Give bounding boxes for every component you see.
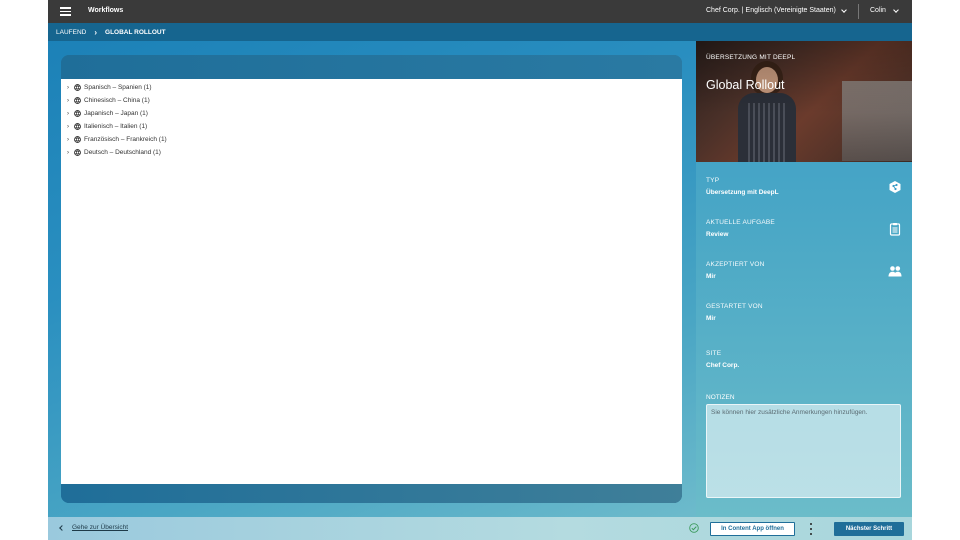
top-bar: Workflows Chef Corp. | Englisch (Vereini… <box>48 0 912 23</box>
language-icon <box>74 149 81 156</box>
hamburger-icon[interactable] <box>60 7 71 16</box>
tree-item-label: Chinesisch – China (1) <box>84 97 150 104</box>
chevron-left-icon <box>59 524 65 531</box>
chevron-right-icon[interactable]: › <box>67 98 73 104</box>
tree-panel-footer <box>61 484 682 503</box>
bottom-action-bar: Gehe zur Übersicht In Content App öffnen… <box>48 517 912 540</box>
tree-item[interactable]: › Französisch – Frankreich (1) <box>61 133 682 146</box>
language-icon <box>74 123 81 130</box>
tree-item[interactable]: › Spanisch – Spanien (1) <box>61 81 682 94</box>
type-value: Übersetzung mit DeepL <box>706 189 779 196</box>
clipboard-icon <box>889 223 901 236</box>
site-label: SITE <box>706 350 722 357</box>
topbar-divider <box>858 4 859 19</box>
chevron-down-icon <box>893 6 899 13</box>
current-task-field: AKTUELLE AUFGABE Review <box>706 219 902 238</box>
back-to-overview-label: Gehe zur Übersicht <box>72 524 128 531</box>
type-field: TYP Übersetzung mit DeepL <box>706 177 902 196</box>
language-icon <box>74 136 81 143</box>
hero-title: Global Rollout <box>706 78 785 92</box>
language-tree-panel: › Spanisch – Spanien (1) › Chinesisch – Chi… <box>61 55 682 503</box>
back-to-overview-link[interactable]: Gehe zur Übersicht <box>59 524 128 531</box>
language-tree: › Spanisch – Spanien (1) › Chinesisch – Chi… <box>61 79 682 484</box>
user-name: Colin <box>870 7 886 14</box>
tree-item-label: Deutsch – Deutschland (1) <box>84 149 161 156</box>
app-window: Workflows Chef Corp. | Englisch (Vereini… <box>48 0 912 540</box>
tree-item-label: Italienisch – Italien (1) <box>84 123 148 130</box>
chevron-right-icon[interactable]: › <box>67 150 73 156</box>
site-locale-label: Chef Corp. | Englisch (Vereinigte Staate… <box>706 7 836 14</box>
language-icon <box>74 84 81 91</box>
language-icon <box>74 110 81 117</box>
notes-field[interactable] <box>706 404 901 498</box>
site-value: Chef Corp. <box>706 362 740 369</box>
notes-label: NOTIZEN <box>706 394 735 401</box>
hero-subtitle: ÜBERSETZUNG MIT DEEPL <box>706 54 796 61</box>
current-task-label: AKTUELLE AUFGABE <box>706 219 775 226</box>
started-by-value: Mir <box>706 315 716 322</box>
user-menu[interactable]: Colin <box>870 6 899 14</box>
type-label: TYP <box>706 177 720 184</box>
breadcrumb-current: GLOBAL ROLLOUT <box>105 28 166 36</box>
breadcrumb-parent[interactable]: LAUFEND <box>56 29 86 36</box>
more-options-icon[interactable] <box>808 522 814 536</box>
chevron-right-icon: › <box>94 27 98 37</box>
chevron-right-icon[interactable]: › <box>67 137 73 143</box>
next-step-button[interactable]: Nächster Schritt <box>834 522 904 536</box>
tree-item-label: Französisch – Frankreich (1) <box>84 136 167 143</box>
started-by-field: GESTARTET VON Mir <box>706 303 902 322</box>
tree-item[interactable]: › Chinesisch – China (1) <box>61 94 682 107</box>
app-title: Workflows <box>88 7 124 14</box>
workflow-details-panel: ÜBERSETZUNG MIT DEEPL Global Rollout TYP… <box>696 41 912 517</box>
accepted-by-label: AKZEPTIERT VON <box>706 261 765 268</box>
accepted-by-field: AKZEPTIERT VON Mir <box>706 261 902 280</box>
tree-panel-header <box>61 55 682 79</box>
users-icon <box>888 266 902 277</box>
chevron-right-icon[interactable]: › <box>67 111 73 117</box>
current-task-value: Review <box>706 231 729 238</box>
tree-item-label: Spanisch – Spanien (1) <box>84 84 152 91</box>
tree-item[interactable]: › Deutsch – Deutschland (1) <box>61 146 682 159</box>
chevron-right-icon[interactable]: › <box>67 124 73 130</box>
tree-item[interactable]: › Italienisch – Italien (1) <box>61 120 682 133</box>
open-in-content-app-button[interactable]: In Content App öffnen <box>710 522 795 536</box>
site-field: SITE Chef Corp. <box>706 350 902 369</box>
check-circle-icon <box>689 523 699 533</box>
tree-item-label: Japanisch – Japan (1) <box>84 110 148 117</box>
accepted-by-value: Mir <box>706 273 716 280</box>
chevron-down-icon <box>841 6 847 13</box>
site-locale-selector[interactable]: Chef Corp. | Englisch (Vereinigte Staate… <box>706 6 847 14</box>
breadcrumb: LAUFEND › GLOBAL ROLLOUT <box>48 23 912 41</box>
chevron-right-icon[interactable]: › <box>67 85 73 91</box>
started-by-label: GESTARTET VON <box>706 303 763 310</box>
tree-item[interactable]: › Japanisch – Japan (1) <box>61 107 682 120</box>
language-icon <box>74 97 81 104</box>
hero-image: ÜBERSETZUNG MIT DEEPL Global Rollout <box>696 41 912 162</box>
deepl-icon <box>889 181 901 193</box>
